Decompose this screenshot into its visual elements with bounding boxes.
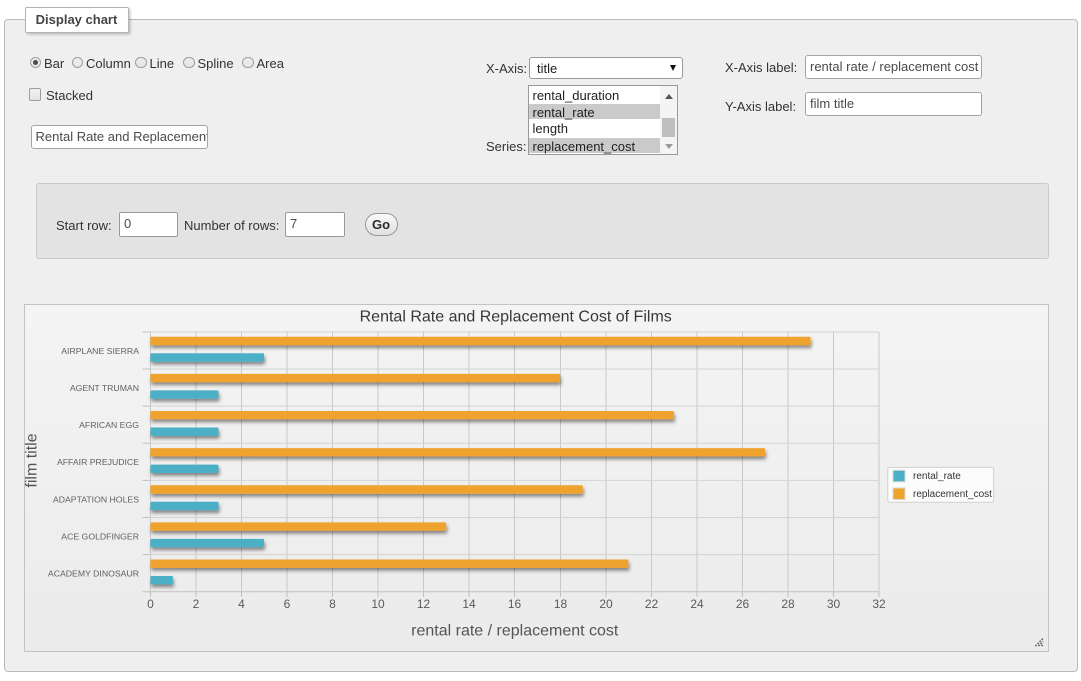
svg-text:Rental Rate and Replacement Co: Rental Rate and Replacement Cost of Film… xyxy=(360,309,672,326)
svg-text:32: 32 xyxy=(872,597,886,611)
svg-text:ADAPTATION HOLES: ADAPTATION HOLES xyxy=(53,494,139,504)
svg-text:rental rate / replacement cost: rental rate / replacement cost xyxy=(411,623,619,640)
svg-text:rental_rate: rental_rate xyxy=(913,471,961,482)
svg-text:AGENT TRUMAN: AGENT TRUMAN xyxy=(70,383,139,393)
svg-text:replacement_cost: replacement_cost xyxy=(913,489,992,500)
svg-text:ACE GOLDFINGER: ACE GOLDFINGER xyxy=(61,532,139,542)
svg-text:film title: film title xyxy=(25,433,41,487)
svg-text:2: 2 xyxy=(193,597,200,611)
svg-text:26: 26 xyxy=(736,597,750,611)
svg-text:20: 20 xyxy=(599,597,613,611)
svg-text:16: 16 xyxy=(508,597,522,611)
svg-text:AIRPLANE SIERRA: AIRPLANE SIERRA xyxy=(61,346,139,356)
svg-text:22: 22 xyxy=(645,597,659,611)
svg-text:30: 30 xyxy=(827,597,841,611)
svg-text:AFFAIR PREJUDICE: AFFAIR PREJUDICE xyxy=(57,457,139,467)
svg-text:12: 12 xyxy=(417,597,431,611)
svg-text:4: 4 xyxy=(238,597,245,611)
svg-text:ACADEMY DINOSAUR: ACADEMY DINOSAUR xyxy=(48,569,139,579)
svg-text:0: 0 xyxy=(147,597,154,611)
svg-text:18: 18 xyxy=(554,597,568,611)
svg-text:14: 14 xyxy=(462,597,476,611)
svg-text:28: 28 xyxy=(781,597,795,611)
svg-text:AFRICAN EGG: AFRICAN EGG xyxy=(79,420,139,430)
svg-text:6: 6 xyxy=(284,597,291,611)
svg-text:8: 8 xyxy=(329,597,336,611)
svg-text:24: 24 xyxy=(690,597,704,611)
svg-text:10: 10 xyxy=(371,597,385,611)
